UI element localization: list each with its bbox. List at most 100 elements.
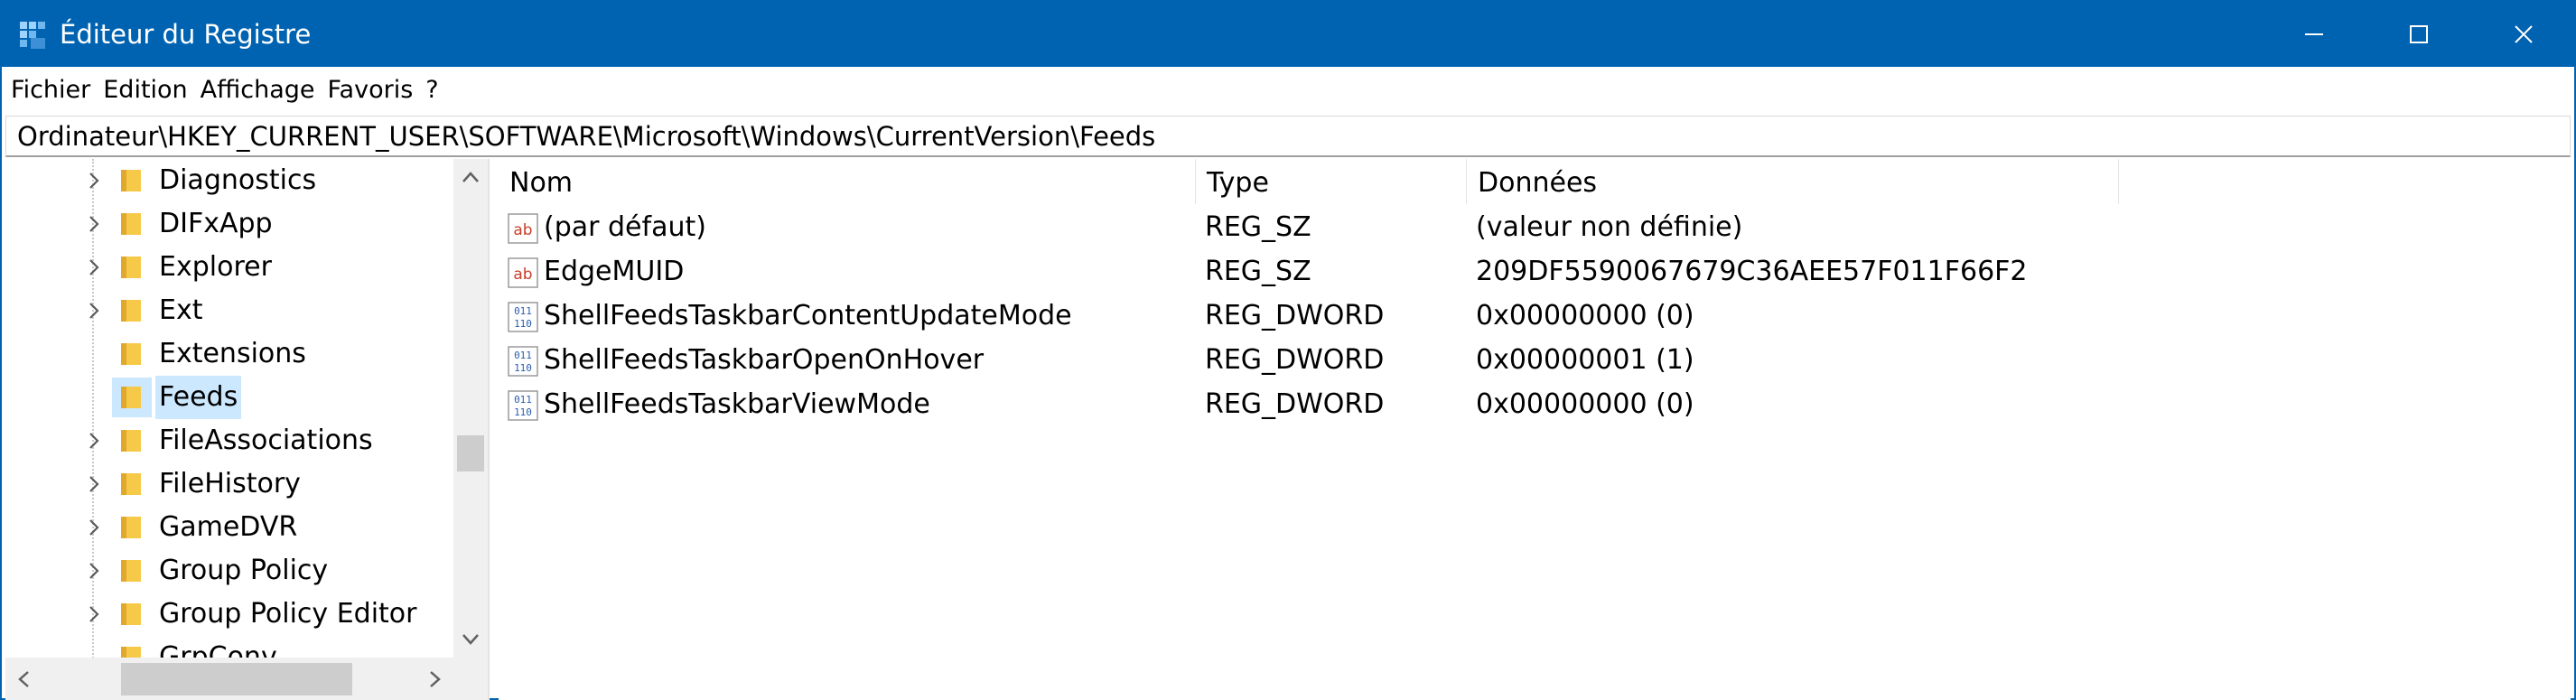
- tree-item-label: FileAssociations: [159, 425, 373, 456]
- folder-icon: [121, 430, 141, 452]
- tree-item[interactable]: Group Policy: [5, 549, 453, 593]
- menu-bar: Fichier Edition Affichage Favoris ?: [2, 67, 2574, 112]
- value-type: REG_DWORD: [1205, 300, 1385, 331]
- svg-text:ab: ab: [513, 266, 532, 284]
- tree-item[interactable]: Explorer: [5, 246, 453, 289]
- minimize-icon: [2305, 33, 2323, 35]
- minimize-button[interactable]: [2262, 2, 2366, 67]
- folder-icon: [121, 387, 141, 408]
- value-data: 0x00000001 (1): [1476, 344, 1694, 376]
- tree-item[interactable]: Feeds: [5, 376, 453, 419]
- svg-text:110: 110: [514, 318, 532, 330]
- expand-chevron-icon[interactable]: [85, 605, 103, 623]
- tree-item[interactable]: GameDVR: [5, 506, 453, 549]
- tree-item-label: Group Policy: [159, 555, 329, 586]
- tree-item[interactable]: Ext: [5, 289, 453, 332]
- expand-chevron-icon[interactable]: [85, 258, 103, 276]
- scroll-up-button[interactable]: [453, 159, 488, 195]
- tree-vertical-scrollbar[interactable]: [453, 159, 488, 658]
- menu-favoris[interactable]: Favoris: [328, 74, 414, 106]
- close-button[interactable]: [2471, 2, 2576, 67]
- value-data: 0x00000000 (0): [1476, 388, 1694, 420]
- value-name: (par défaut): [544, 211, 706, 243]
- expand-chevron-icon[interactable]: [85, 518, 103, 537]
- binary-value-icon: 011110: [508, 390, 538, 421]
- tree-item-label: FileHistory: [159, 468, 301, 499]
- string-value-icon: ab: [508, 213, 538, 244]
- tree-item[interactable]: Group Policy Editor: [5, 593, 453, 636]
- expand-chevron-icon[interactable]: [85, 215, 103, 233]
- scroll-right-button[interactable]: [417, 658, 453, 700]
- value-type: REG_DWORD: [1205, 344, 1385, 376]
- folder-icon: [121, 603, 141, 625]
- folder-icon: [121, 473, 141, 495]
- svg-text:ab: ab: [513, 221, 532, 239]
- scroll-left-button[interactable]: [5, 658, 42, 700]
- registry-editor-icon: [20, 22, 45, 49]
- svg-text:110: 110: [514, 406, 532, 418]
- menu-help[interactable]: ?: [425, 74, 438, 106]
- tree-item-label: GameDVR: [159, 511, 298, 543]
- value-name: ShellFeedsTaskbarOpenOnHover: [544, 344, 985, 376]
- chevron-down-icon: [462, 634, 479, 645]
- chevron-right-icon: [430, 670, 441, 687]
- tree-item-label: DIFxApp: [159, 208, 273, 239]
- value-type: REG_SZ: [1205, 211, 1311, 243]
- values-pane: Nom Type Données ab (par défaut) REG_SZ (va…: [499, 159, 2571, 700]
- maximize-icon: [2410, 25, 2428, 43]
- menu-fichier[interactable]: Fichier: [11, 74, 90, 106]
- folder-icon: [121, 257, 141, 278]
- value-row[interactable]: ab (par défaut) REG_SZ (valeur non définie): [499, 206, 2571, 249]
- value-row[interactable]: 011 110 ShellFeedsTaskbarViewMode REG_DWORD…: [499, 383, 2571, 426]
- folder-icon: [121, 213, 141, 235]
- svg-text:110: 110: [514, 362, 532, 374]
- registry-editor-window: Éditeur du Registre Fichier Edition Affi…: [0, 0, 2576, 700]
- close-icon: [2515, 25, 2533, 43]
- scroll-down-button[interactable]: [453, 621, 488, 658]
- value-name: ShellFeedsTaskbarViewMode: [544, 388, 930, 420]
- tree-item[interactable]: Extensions: [5, 332, 453, 376]
- vertical-scroll-thumb[interactable]: [457, 435, 484, 471]
- value-row[interactable]: ab EdgeMUID REG_SZ 209DF5590067679C36AEE57F…: [499, 250, 2571, 294]
- value-name: EdgeMUID: [544, 256, 685, 287]
- svg-text:011: 011: [514, 350, 532, 361]
- value-data: 209DF5590067679C36AEE57F011F66F2: [1476, 256, 2028, 287]
- tree-item[interactable]: FileHistory: [5, 462, 453, 506]
- folder-icon: [121, 343, 141, 365]
- expand-chevron-icon[interactable]: [85, 475, 103, 493]
- chevron-left-icon: [18, 670, 29, 687]
- svg-text:011: 011: [514, 305, 532, 317]
- tree-horizontal-scrollbar[interactable]: [5, 658, 453, 700]
- expand-chevron-icon[interactable]: [85, 562, 103, 580]
- value-type: REG_DWORD: [1205, 388, 1385, 420]
- tree-item[interactable]: DIFxApp: [5, 202, 453, 246]
- svg-text:011: 011: [514, 394, 532, 406]
- key-tree-pane: Diagnostics DIFxApp Explorer Ext Extensions F…: [5, 159, 490, 700]
- column-header-name[interactable]: Nom: [499, 159, 1196, 204]
- column-header-type[interactable]: Type: [1196, 159, 1467, 204]
- tree-item-label: Feeds: [155, 376, 242, 419]
- tree-item-label: Group Policy Editor: [159, 598, 417, 630]
- folder-icon: [121, 170, 141, 191]
- menu-edition[interactable]: Edition: [103, 74, 187, 106]
- menu-affichage[interactable]: Affichage: [201, 74, 315, 106]
- tree-item-label: Ext: [159, 294, 203, 326]
- tree-item[interactable]: Diagnostics: [5, 159, 453, 202]
- value-data: 0x00000000 (0): [1476, 300, 1694, 331]
- expand-chevron-icon[interactable]: [85, 302, 103, 320]
- maximize-button[interactable]: [2366, 2, 2471, 67]
- address-bar[interactable]: Ordinateur\HKEY_CURRENT_USER\SOFTWARE\Mi…: [5, 116, 2571, 157]
- folder-icon: [121, 560, 141, 582]
- value-name: ShellFeedsTaskbarContentUpdateMode: [544, 300, 1072, 331]
- title-bar[interactable]: Éditeur du Registre: [2, 2, 2574, 67]
- column-header-data[interactable]: Données: [1467, 159, 2119, 204]
- value-row[interactable]: 011 110 ShellFeedsTaskbarContentUpdateMode…: [499, 294, 2571, 338]
- binary-value-icon: 011110: [508, 302, 538, 332]
- value-type: REG_SZ: [1205, 256, 1311, 287]
- expand-chevron-icon[interactable]: [85, 432, 103, 450]
- tree-item[interactable]: FileAssociations: [5, 419, 453, 462]
- horizontal-scroll-thumb[interactable]: [121, 663, 352, 695]
- value-row[interactable]: 011 110 ShellFeedsTaskbarOpenOnHover REG_DW…: [499, 339, 2571, 382]
- folder-icon: [121, 517, 141, 538]
- expand-chevron-icon[interactable]: [85, 172, 103, 190]
